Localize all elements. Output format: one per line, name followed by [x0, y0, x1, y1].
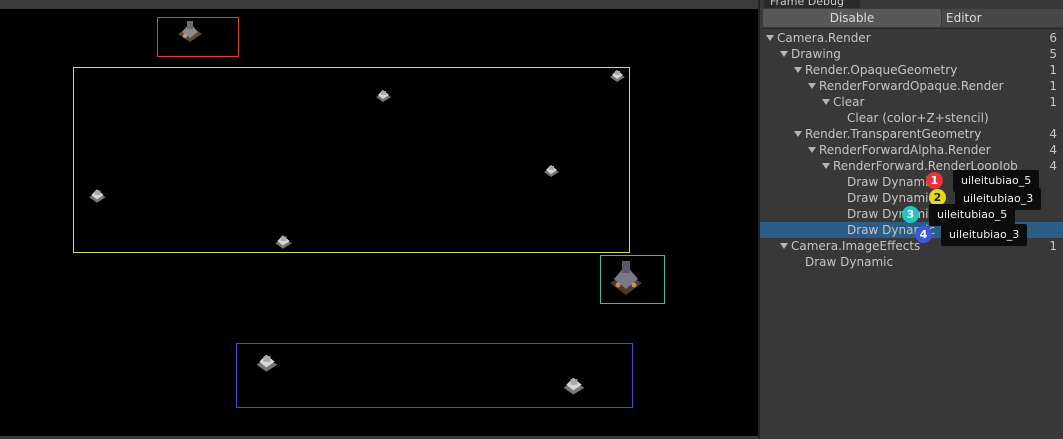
expand-arrow-icon[interactable]	[794, 131, 802, 137]
bunker-sprite	[544, 165, 559, 177]
expand-arrow-icon[interactable]	[794, 67, 802, 73]
tree-row-transparent-geometry[interactable]: Render.TransparentGeometry 4	[760, 126, 1063, 142]
frame-debug-tab[interactable]: Frame Debug	[764, 0, 860, 8]
marker-3-badge: 3	[902, 206, 919, 223]
disable-button[interactable]: Disable	[763, 9, 941, 27]
tree-row-image-effects-draw[interactable]: Draw Dynamic	[760, 254, 1063, 270]
tree-row-forward-opaque[interactable]: RenderForwardOpaque.Render 1	[760, 78, 1063, 94]
expand-arrow-icon[interactable]	[780, 243, 788, 249]
fortress-sprite	[610, 261, 642, 295]
tooltip-4: uileitubiao_3	[941, 224, 1028, 246]
tree-row-opaque-geometry[interactable]: Render.OpaqueGeometry 1	[760, 62, 1063, 78]
expand-arrow-icon[interactable]	[822, 99, 830, 105]
bunker-sprite	[256, 354, 278, 372]
expand-arrow-icon[interactable]	[808, 83, 816, 89]
bunker-sprite	[275, 235, 292, 249]
expand-arrow-icon[interactable]	[780, 51, 788, 57]
bunker-sprite	[563, 377, 585, 395]
editor-dropdown[interactable]: Editor	[942, 9, 1063, 27]
expand-arrow-icon[interactable]	[808, 147, 816, 153]
tree-row-clear-event[interactable]: Clear (color+Z+stencil)	[760, 110, 1063, 126]
game-view-top-strip	[0, 0, 758, 9]
marker-4-badge: 4	[915, 226, 932, 243]
yellow-bounds	[73, 67, 630, 253]
game-view	[0, 0, 758, 439]
frame-debug-toolbar: Disable Editor	[760, 8, 1063, 29]
expand-arrow-icon[interactable]	[766, 35, 774, 41]
tree-row-clear[interactable]: Clear 1	[760, 94, 1063, 110]
bunker-sprite	[610, 70, 625, 82]
tree-row-drawing[interactable]: Drawing 5	[760, 46, 1063, 62]
expand-arrow-icon[interactable]	[822, 163, 830, 169]
tree-row-camera-render[interactable]: Camera.Render 6	[760, 30, 1063, 46]
bunker-sprite	[89, 189, 106, 203]
tree-row-forward-alpha[interactable]: RenderForwardAlpha.Render 4	[760, 142, 1063, 158]
bunker-sprite	[376, 90, 391, 102]
tower-sprite	[178, 21, 202, 42]
tooltip-3: uileitubiao_5	[929, 204, 1016, 226]
marker-1-badge: 1	[926, 172, 943, 189]
